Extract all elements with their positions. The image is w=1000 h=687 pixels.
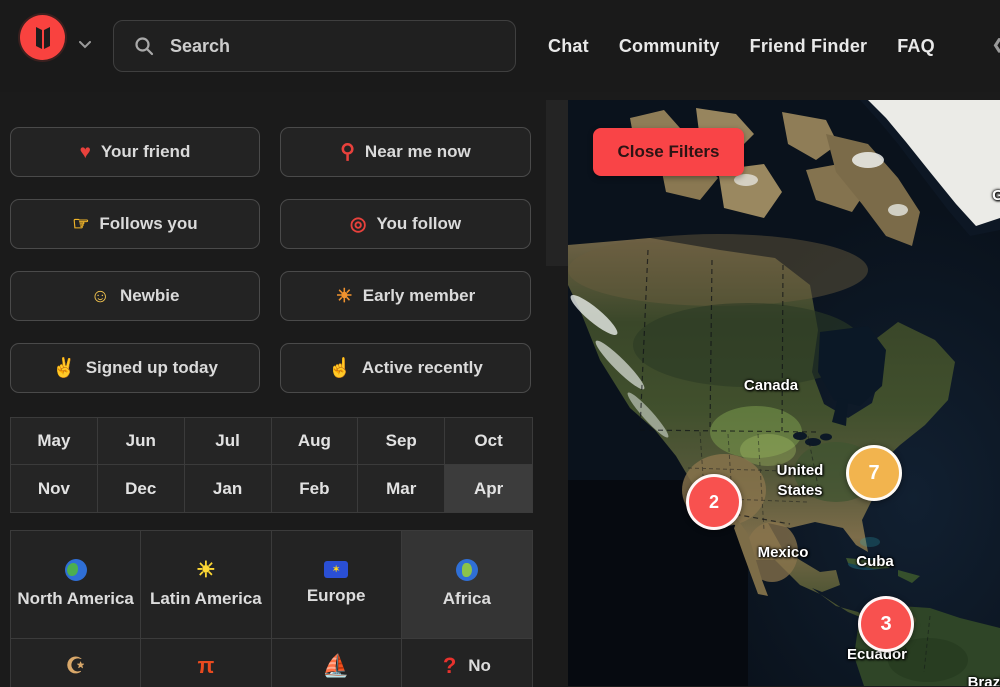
month-mar[interactable]: Mar: [358, 465, 446, 512]
nav-faq[interactable]: FAQ: [897, 36, 935, 57]
filter-early-member[interactable]: ☀ Early member: [280, 271, 531, 321]
map-label-greenland-partial: G: [992, 187, 1000, 204]
filter-active-recently[interactable]: ☝ Active recently: [280, 343, 531, 393]
map-label-cuba: Cuba: [856, 553, 894, 570]
thumbs-up-icon: ☝: [328, 357, 352, 379]
map-label-united-states: United States: [777, 461, 824, 501]
month-may[interactable]: May: [11, 418, 98, 465]
map-cluster-marker-3[interactable]: 3: [858, 596, 914, 652]
month-jan[interactable]: Jan: [184, 465, 272, 512]
month-dec[interactable]: Dec: [97, 465, 185, 512]
filter-signed-up-today[interactable]: ✌ Signed up today: [10, 343, 260, 393]
region-label: No: [468, 656, 491, 675]
month-filter-grid: May Jun Jul Aug Sep Oct Nov Dec Jan Feb …: [10, 417, 533, 513]
region-asia[interactable]: π: [141, 639, 272, 687]
filter-label: Signed up today: [85, 358, 218, 377]
map-cluster-marker-7[interactable]: 7: [846, 445, 902, 501]
search-box[interactable]: [113, 20, 516, 72]
filter-you-follow[interactable]: ◎ You follow: [280, 199, 531, 249]
filter-label: Newbie: [119, 286, 180, 305]
month-oct[interactable]: Oct: [445, 418, 532, 465]
globe-africa-icon: [455, 558, 478, 581]
top-bar: Chat Community Friend Finder FAQ ❮: [0, 0, 1000, 92]
region-label: Latin America: [149, 588, 262, 608]
sunrise-icon: ☀: [335, 285, 353, 307]
pointing-finger-icon: ☞: [72, 213, 90, 235]
waving-hand-icon: ✌: [52, 357, 76, 379]
map-cluster-marker-2[interactable]: 2: [686, 474, 742, 530]
question-mark-icon: ?: [442, 653, 457, 678]
map-label-line: United: [776, 462, 824, 479]
nav-community[interactable]: Community: [619, 36, 720, 57]
mosque-icon: ☪: [65, 653, 86, 678]
month-aug[interactable]: Aug: [271, 418, 359, 465]
scrollbar-strip[interactable]: [546, 100, 568, 266]
search-icon: [135, 37, 154, 56]
filter-near-me-now[interactable]: ⚲ Near me now: [280, 127, 531, 177]
close-filters-button[interactable]: Close Filters: [593, 128, 744, 176]
month-jun[interactable]: Jun: [97, 418, 185, 465]
filter-label: Your friend: [100, 142, 191, 161]
region-label: North America: [17, 588, 134, 608]
region-africa-selected[interactable]: Africa: [401, 531, 532, 639]
region-europe[interactable]: ✶ Europe: [271, 531, 402, 639]
region-middle-east[interactable]: ☪: [11, 639, 142, 687]
filter-newbie[interactable]: ☺ Newbie: [10, 271, 260, 321]
satellite-map[interactable]: Canada United States Mexico Cuba Ecuador…: [568, 100, 1000, 686]
region-no-location[interactable]: ? No: [401, 639, 532, 687]
target-icon: ◎: [349, 213, 367, 235]
round-pushpin-icon: ⚲: [340, 141, 355, 163]
filter-follows-you[interactable]: ☞ Follows you: [10, 199, 260, 249]
month-sep[interactable]: Sep: [358, 418, 446, 465]
region-oceania[interactable]: ⛵: [271, 639, 402, 687]
map-label-line: States: [777, 482, 823, 499]
chevron-down-icon[interactable]: [79, 41, 91, 49]
region-latin-america[interactable]: ☀ Latin America: [141, 531, 272, 639]
main-nav: Chat Community Friend Finder FAQ: [548, 0, 935, 92]
surfer-icon: ⛵: [322, 653, 350, 678]
month-nov[interactable]: Nov: [11, 465, 98, 512]
nav-chat[interactable]: Chat: [548, 36, 589, 57]
torii-gate-icon: π: [197, 653, 215, 678]
region-north-america[interactable]: North America: [11, 531, 142, 639]
nav-overflow-partial-icon[interactable]: ❮: [992, 36, 1000, 53]
baby-icon: ☺: [90, 285, 110, 307]
region-filter-grid: North America ☀ Latin America ✶ Europe A…: [10, 530, 533, 687]
filter-label: Early member: [362, 286, 476, 305]
filter-your-friend[interactable]: ♥ Your friend: [10, 127, 260, 177]
region-label: Africa: [442, 588, 491, 608]
app-logo[interactable]: [20, 15, 65, 60]
region-label: Europe: [306, 586, 366, 606]
nav-friend-finder[interactable]: Friend Finder: [750, 36, 868, 57]
month-apr-selected[interactable]: Apr: [445, 465, 532, 512]
month-feb[interactable]: Feb: [271, 465, 359, 512]
globe-americas-icon: [64, 558, 87, 581]
month-jul[interactable]: Jul: [184, 418, 272, 465]
filter-label: You follow: [376, 214, 462, 233]
map-label-canada: Canada: [743, 377, 799, 394]
filter-buttons-panel: ♥ Your friend ⚲ Near me now ☞ Follows yo…: [10, 127, 531, 393]
filter-label: Active recently: [361, 358, 483, 377]
filter-label: Follows you: [99, 214, 198, 233]
folded-map-icon: [35, 26, 50, 49]
map-label-brazil-partial: Brazil: [967, 674, 1000, 686]
eu-flag-icon: ✶: [324, 561, 349, 579]
heart-icon: ♥: [79, 141, 91, 163]
search-input[interactable]: [168, 34, 515, 58]
sun-icon: ☀: [196, 556, 216, 582]
filter-label: Near me now: [364, 142, 471, 161]
map-label-mexico: Mexico: [757, 544, 809, 561]
